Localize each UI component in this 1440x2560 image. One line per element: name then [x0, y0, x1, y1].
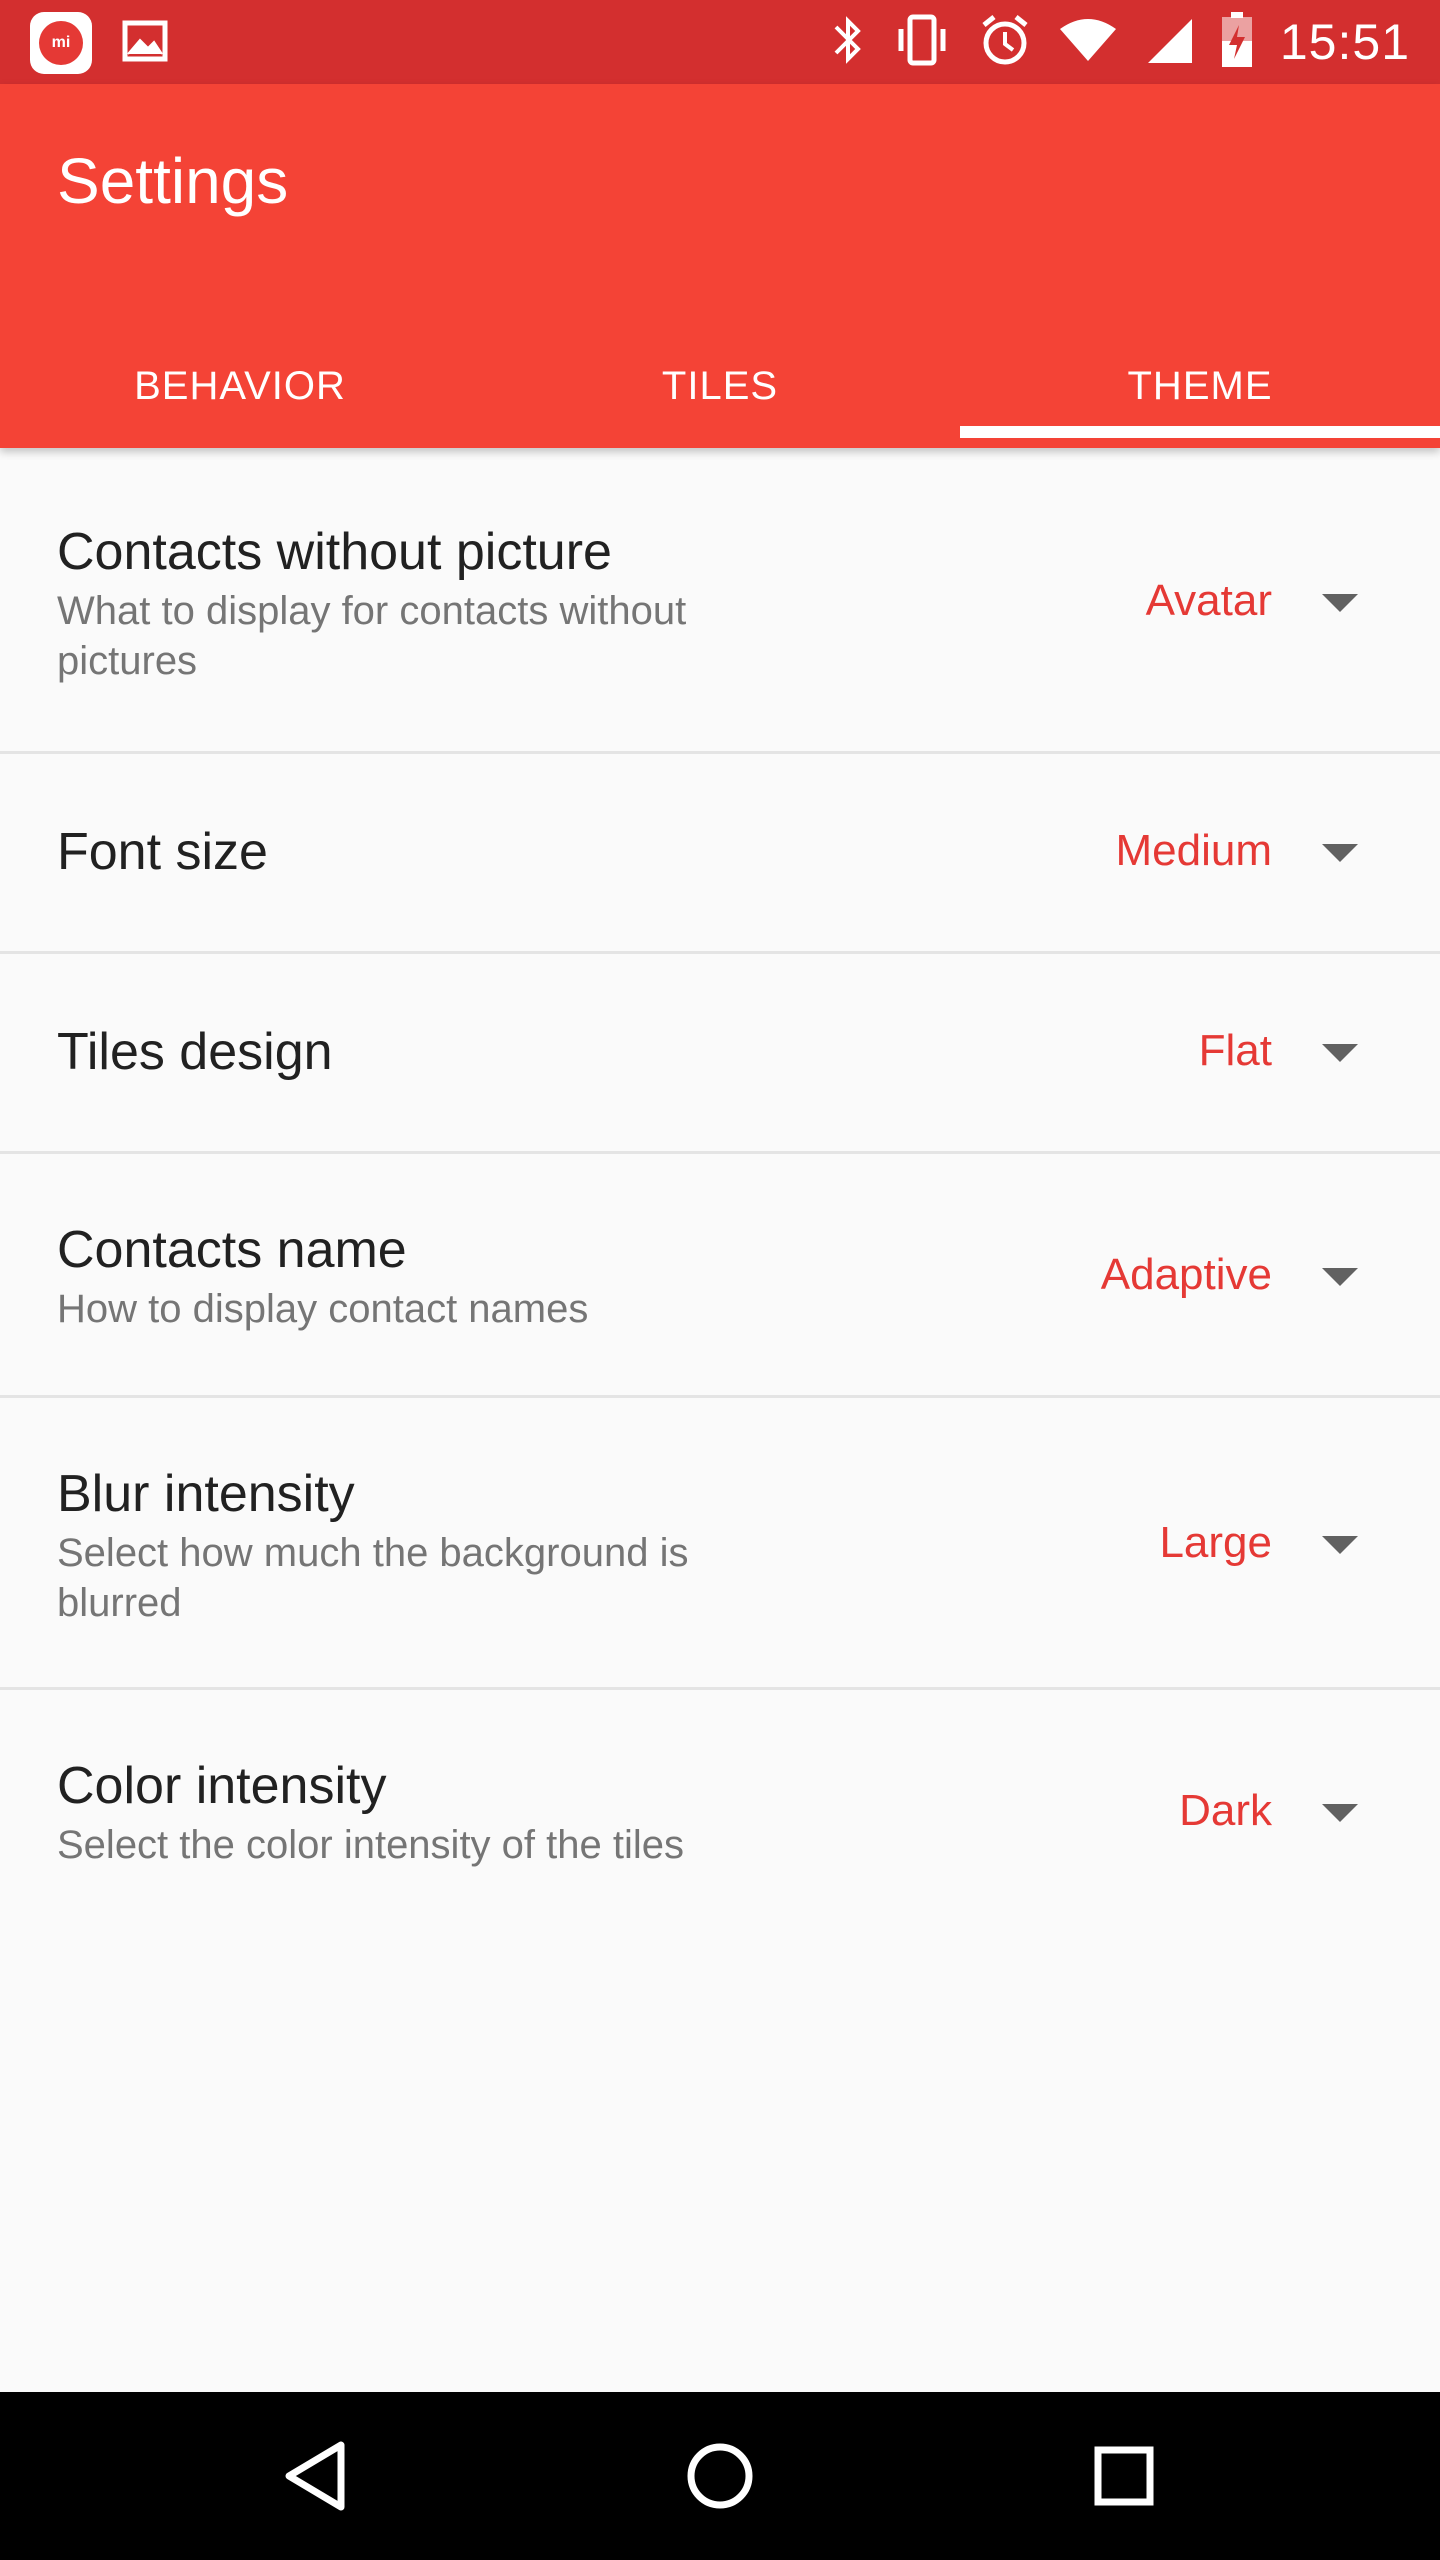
setting-summary: What to display for contacts without pic… [57, 589, 687, 683]
dropdown-arrow-icon [1322, 1044, 1358, 1062]
setting-value: Avatar [1145, 576, 1272, 625]
setting-title: Blur intensity [57, 1465, 355, 1523]
mi-app-icon: mi [30, 12, 92, 74]
wifi-icon [1058, 17, 1118, 68]
alarm-icon [978, 13, 1032, 72]
bluetooth-icon [830, 13, 866, 72]
setting-summary: Select how much the background is blurre… [57, 1531, 689, 1625]
tab-theme-label: THEME [1127, 363, 1273, 408]
back-icon[interactable] [276, 2436, 356, 2516]
battery-charging-icon [1220, 11, 1254, 74]
image-icon [122, 20, 168, 67]
setting-title: Contacts without picture [57, 523, 612, 581]
tab-tiles-label: TILES [661, 363, 779, 408]
tab-theme[interactable]: THEME [960, 324, 1440, 448]
setting-title: Color intensity [57, 1757, 387, 1815]
dropdown-arrow-icon [1322, 1268, 1358, 1286]
setting-blur-intensity[interactable]: Blur intensity Select how much the backg… [0, 1398, 1440, 1690]
home-icon[interactable] [680, 2436, 760, 2516]
setting-color-intensity[interactable]: Color intensity Select the color intensi… [0, 1690, 1440, 1930]
tab-behavior-label: BEHAVIOR [134, 363, 346, 408]
setting-summary: How to display contact names [57, 1287, 589, 1331]
tab-tiles[interactable]: TILES [480, 324, 960, 448]
setting-title: Tiles design [57, 1023, 333, 1081]
setting-value: Flat [1198, 1026, 1272, 1075]
dropdown-arrow-icon [1322, 1536, 1358, 1554]
setting-value: Large [1159, 1518, 1272, 1567]
dropdown-arrow-icon [1322, 1804, 1358, 1822]
page-title: Settings [57, 145, 289, 217]
setting-contacts-name[interactable]: Contacts name How to display contact nam… [0, 1154, 1440, 1398]
setting-summary: Select the color intensity of the tiles [57, 1823, 684, 1867]
setting-tiles-design[interactable]: Tiles design Flat [0, 954, 1440, 1154]
setting-value: Dark [1179, 1786, 1272, 1835]
navigation-bar [0, 2392, 1440, 2560]
status-bar: mi 15:51 [0, 0, 1440, 84]
setting-title: Contacts name [57, 1221, 407, 1279]
setting-value: Adaptive [1100, 1250, 1272, 1299]
vibrate-icon [892, 13, 952, 72]
settings-list: Contacts without picture What to display… [0, 448, 1440, 1930]
setting-value: Medium [1115, 826, 1273, 875]
dropdown-arrow-icon [1322, 594, 1358, 612]
tab-bar: BEHAVIOR TILES THEME [0, 324, 1440, 448]
clock-time: 15:51 [1279, 14, 1410, 70]
tab-behavior[interactable]: BEHAVIOR [0, 324, 480, 448]
setting-title: Font size [57, 823, 268, 881]
setting-contacts-without-picture[interactable]: Contacts without picture What to display… [0, 448, 1440, 754]
active-tab-indicator [960, 426, 1440, 438]
cellular-signal-icon [1144, 15, 1194, 70]
recents-icon[interactable] [1084, 2436, 1164, 2516]
app-bar: Settings BEHAVIOR TILES THEME [0, 84, 1440, 448]
setting-font-size[interactable]: Font size Medium [0, 754, 1440, 954]
dropdown-arrow-icon [1322, 844, 1358, 862]
